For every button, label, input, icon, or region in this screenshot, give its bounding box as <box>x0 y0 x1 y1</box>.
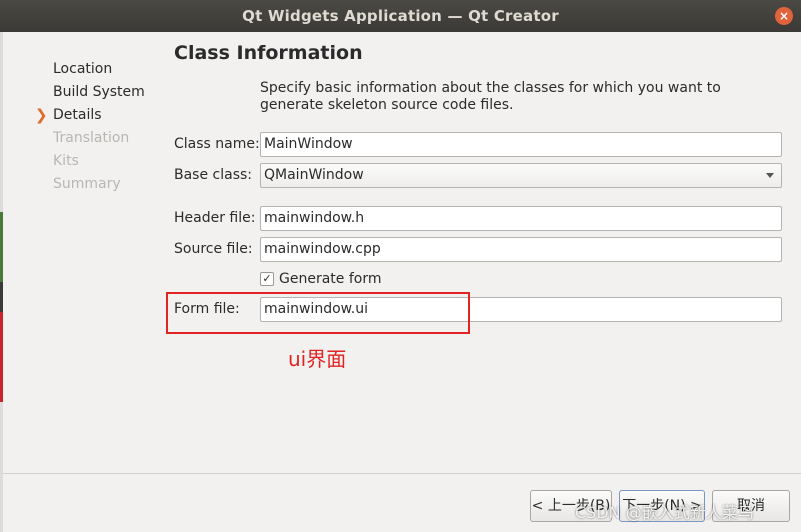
background-window-edge <box>0 402 3 532</box>
class-name-label: Class name: <box>174 136 260 152</box>
annotation-text: ui界面 <box>288 347 347 371</box>
header-file-label: Header file: <box>174 210 256 226</box>
header-file-input[interactable]: mainwindow.h <box>260 206 782 231</box>
annotation-highlight-box <box>166 292 470 334</box>
nav-item-label: Summary <box>53 176 121 192</box>
background-window-edge <box>0 212 3 282</box>
source-file-label: Source file: <box>174 241 253 257</box>
current-step-arrow-icon: ❯ <box>35 106 48 124</box>
nav-item-label: Build System <box>53 84 145 100</box>
nav-item-translation: Translation <box>32 127 162 150</box>
chevron-down-icon <box>766 173 774 178</box>
nav-item-label: Kits <box>53 153 79 169</box>
background-window-edge <box>0 32 3 212</box>
generate-form-label[interactable]: Generate form <box>279 271 381 287</box>
page-description: Specify basic information about the clas… <box>260 80 721 113</box>
window-title: Qt Widgets Application — Qt Creator <box>242 7 559 25</box>
wizard-nav: Location Build System ❯ Details Translat… <box>32 58 162 196</box>
nav-item-kits: Kits <box>32 150 162 173</box>
background-window-edge <box>0 282 3 312</box>
close-icon[interactable]: × <box>775 7 793 25</box>
base-class-label: Base class: <box>174 167 253 183</box>
nav-item-label: Translation <box>53 130 130 146</box>
base-class-value: QMainWindow <box>264 167 364 183</box>
generate-form-checkbox[interactable]: ✓ <box>260 272 274 286</box>
nav-item-label: Location <box>53 61 113 77</box>
background-window-edge <box>0 312 3 402</box>
nav-item-summary: Summary <box>32 173 162 196</box>
nav-item-build-system: Build System <box>32 81 162 104</box>
source-file-input[interactable]: mainwindow.cpp <box>260 237 782 262</box>
nav-item-details: ❯ Details <box>32 104 162 127</box>
divider <box>3 473 801 474</box>
window-titlebar[interactable]: Qt Widgets Application — Qt Creator × <box>0 0 801 32</box>
nav-item-label: Details <box>53 107 102 123</box>
base-class-select[interactable]: QMainWindow <box>260 163 782 188</box>
nav-item-location: Location <box>32 58 162 81</box>
watermark: CSDN @嵌入式新人菜鸟 <box>575 503 754 522</box>
page-title: Class Information <box>174 42 363 64</box>
class-name-input[interactable]: MainWindow <box>260 132 782 157</box>
